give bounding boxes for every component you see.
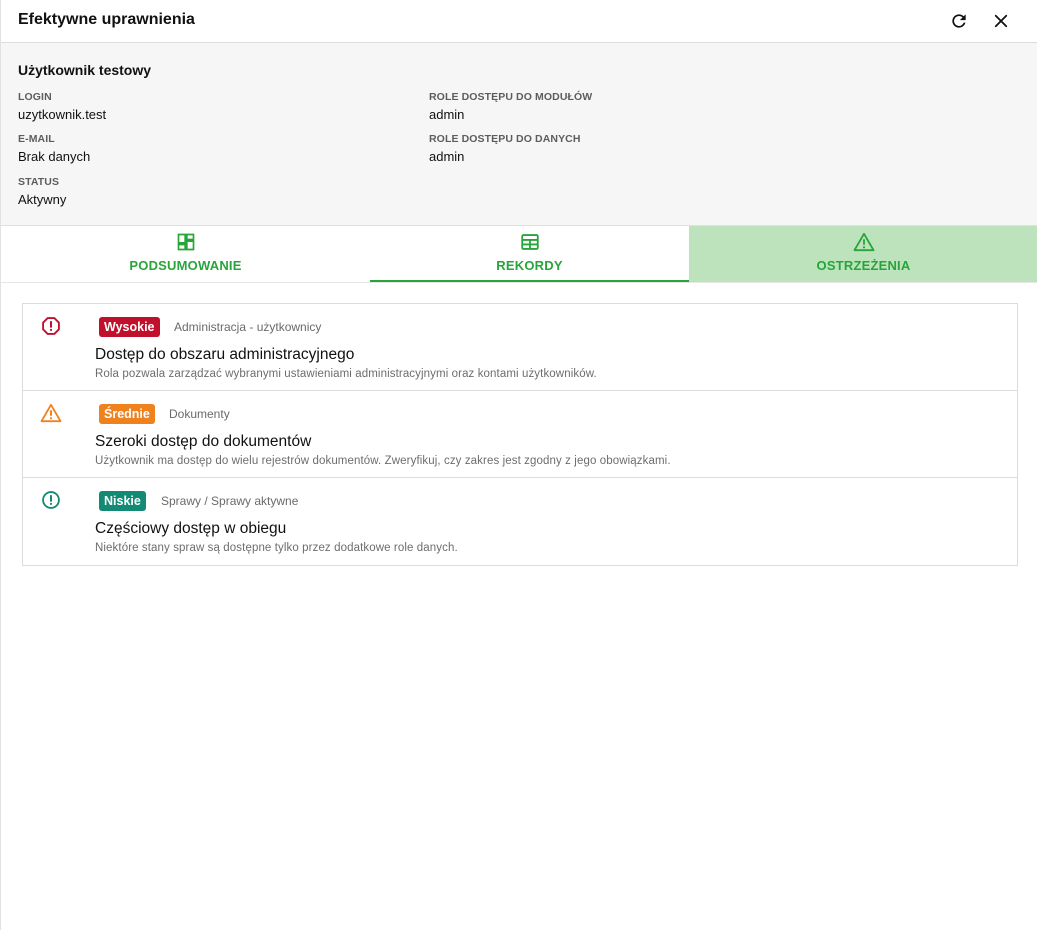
tab-summary-label: PODSUMOWANIE [129,258,242,273]
warning-category: Administracja - użytkownicy [174,320,322,334]
warning-category: Dokumenty [169,407,230,421]
warning-title: Szeroki dostęp do dokumentów [95,433,312,450]
dialog-title: Efektywne uprawnienia [18,11,195,28]
warning-triangle-icon [853,232,874,252]
warnings-list: Wysokie Administracja - użytkownicy Dost… [22,303,1018,566]
module-roles-value: admin [429,107,465,122]
warning-category: Sprawy / Sprawy aktywne [161,494,299,508]
data-roles-value: admin [429,149,465,164]
status-label: STATUS [18,176,60,188]
info-circle-icon [42,491,60,509]
email-label: E-MAIL [18,133,55,145]
email-value: Brak danych [18,149,91,164]
login-label: LOGIN [18,91,52,103]
user-summary-panel: Użytkownik testowy LOGIN uzytkownik.test… [1,43,1037,226]
warning-item[interactable]: Wysokie Administracja - użytkownicy Dost… [23,304,1017,391]
module-roles-label: ROLE DOSTĘPU DO MODUŁÓW [429,91,593,103]
warning-description: Rola pozwala zarządzać wybranymi ustawie… [95,368,597,380]
tab-records-label: REKORDY [496,258,563,273]
severity-badge-low: Niskie [99,491,146,511]
refresh-icon [952,14,966,28]
warning-description: Niektóre stany spraw są dostępne tylko p… [95,542,458,554]
email-field: E-MAIL Brak danych [18,133,90,164]
error-octagon-icon [42,317,60,335]
close-button[interactable] [988,8,1014,34]
warning-title: Dostęp do obszaru administracyjnego [95,346,355,363]
login-field: LOGIN uzytkownik.test [18,91,106,122]
data-roles-field: ROLE DOSTĘPU DO DANYCH admin [429,133,581,164]
tab-summary[interactable]: PODSUMOWANIE [1,226,370,282]
warning-triangle-icon [40,403,62,423]
warning-item[interactable]: Niskie Sprawy / Sprawy aktywne Częściowy… [23,478,1017,565]
tab-warnings-label: OSTRZEŻENIA [816,258,911,273]
tab-records[interactable]: REKORDY [370,226,689,282]
table-icon [520,234,539,250]
severity-badge-high: Wysokie [99,317,160,337]
warning-title: Częściowy dostęp w obiegu [95,520,287,537]
effective-permissions-dialog: Efektywne uprawnienia Użytkownik testowy… [0,0,1037,930]
dashboard-icon [177,233,194,251]
login-value: uzytkownik.test [18,107,107,122]
tab-bar: PODSUMOWANIE REKORDY OSTRZEŻENIA [1,226,1037,283]
refresh-button[interactable] [946,8,972,34]
status-value: Aktywny [18,192,67,207]
close-icon [994,14,1008,28]
user-name: Użytkownik testowy [18,62,152,78]
warning-item[interactable]: Średnie Dokumenty Szeroki dostęp do doku… [23,391,1017,478]
status-field: STATUS Aktywny [18,176,66,207]
module-roles-field: ROLE DOSTĘPU DO MODUŁÓW admin [429,91,592,122]
warning-description: Użytkownik ma dostęp do wielu rejestrów … [95,455,671,467]
dialog-header: Efektywne uprawnienia [1,0,1037,43]
tab-warnings[interactable]: OSTRZEŻENIA [689,226,1037,282]
data-roles-label: ROLE DOSTĘPU DO DANYCH [429,133,581,145]
severity-badge-medium: Średnie [99,404,155,424]
